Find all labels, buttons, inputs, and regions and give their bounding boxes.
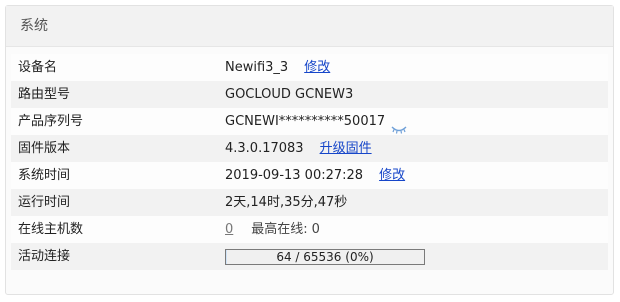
uptime-label: 运行时间: [18, 195, 71, 210]
eye-closed-icon[interactable]: [391, 118, 407, 134]
row-serial: 产品序列号 GCNEWI**********50017: [11, 108, 608, 135]
row-firmware: 固件版本 4.3.0.17083 升级固件: [11, 135, 608, 162]
upgrade-firmware-link[interactable]: 升级固件: [320, 135, 372, 162]
router-model-value: GOCLOUD GCNEW3: [225, 87, 354, 102]
system-time-value: 2019-09-13 00:27:28: [225, 168, 364, 183]
row-device-name: 设备名 Newifi3_3 修改: [11, 54, 608, 81]
row-connections: 活动连接 64 / 65536 (0%): [11, 243, 608, 270]
connections-label: 活动连接: [18, 249, 71, 264]
connections-progress-bar: 64 / 65536 (0%): [225, 248, 425, 265]
edit-device-name-link[interactable]: 修改: [304, 54, 330, 81]
firmware-label: 固件版本: [18, 141, 71, 156]
row-system-time: 系统时间 2019-09-13 00:27:28 修改: [11, 162, 608, 189]
device-name-value: Newifi3_3: [225, 60, 289, 75]
online-hosts-count-link[interactable]: 0: [225, 216, 233, 243]
panel-title: 系统: [6, 6, 613, 47]
firmware-value: 4.3.0.17083: [225, 141, 304, 156]
row-uptime: 运行时间 2天,14时,35分,47秒: [11, 189, 608, 216]
online-hosts-label: 在线主机数: [18, 222, 84, 237]
connections-value: 64 / 65536 (0%): [276, 249, 374, 264]
system-info-list: 设备名 Newifi3_3 修改 路由型号 GOCLOUD GCNEW3 产品序…: [11, 54, 608, 270]
row-router-model: 路由型号 GOCLOUD GCNEW3: [11, 81, 608, 108]
system-time-label: 系统时间: [18, 168, 71, 183]
system-panel: 系统 设备名 Newifi3_3 修改 路由型号 GOCLOUD GCNEW3 …: [5, 5, 614, 295]
device-name-label: 设备名: [18, 60, 58, 75]
serial-value: GCNEWI**********50017: [225, 114, 386, 129]
max-online-label: 最高在线:: [251, 222, 308, 237]
row-online-hosts: 在线主机数 0 最高在线: 0: [11, 216, 608, 243]
serial-label: 产品序列号: [18, 114, 84, 129]
router-model-label: 路由型号: [18, 87, 71, 102]
edit-system-time-link[interactable]: 修改: [379, 162, 405, 189]
uptime-value: 2天,14时,35分,47秒: [225, 195, 348, 210]
max-online-value: 0: [311, 222, 320, 237]
